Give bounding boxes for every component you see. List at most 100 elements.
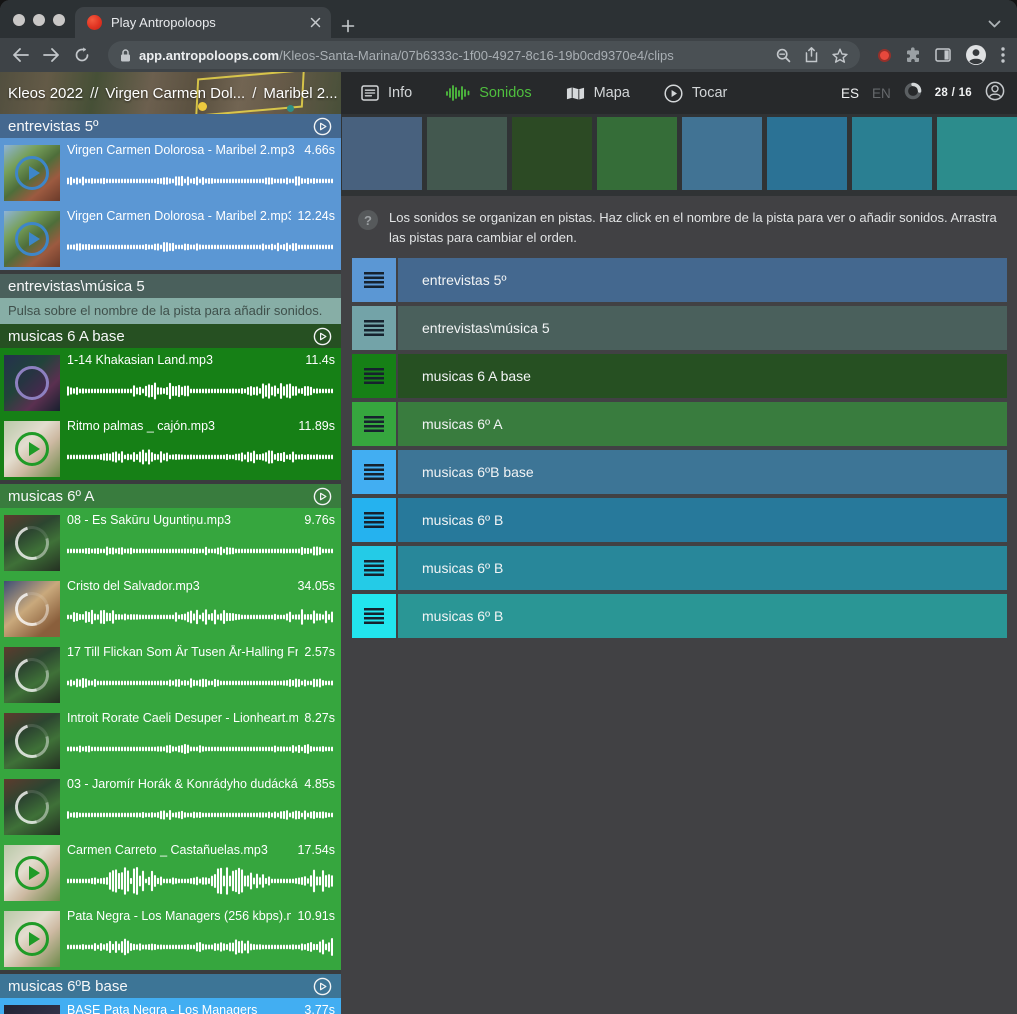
clip-item[interactable]: Carmen Carreto _ Castañuelas.mp317.54s [4, 842, 337, 904]
track-drag-handle[interactable] [352, 498, 396, 542]
track-color-swatch[interactable] [512, 117, 592, 190]
track-play-button[interactable] [313, 327, 332, 346]
browser-menu-icon[interactable] [1001, 47, 1005, 63]
sidebar-track-title[interactable]: entrevistas 5º [8, 118, 313, 135]
track-name-bar[interactable]: entrevistas 5º [398, 258, 1007, 302]
extensions-puzzle-icon[interactable] [905, 47, 921, 63]
track-drag-handle[interactable] [352, 402, 396, 446]
play-button-overlay-icon[interactable] [15, 856, 49, 890]
window-minimize-button[interactable] [33, 14, 45, 26]
browser-tab[interactable]: Play Antropoloops [75, 7, 331, 38]
play-button-overlay-icon[interactable] [15, 922, 49, 956]
bookmark-star-icon[interactable] [832, 48, 848, 63]
window-zoom-button[interactable] [53, 14, 65, 26]
clip-item[interactable]: Virgen Carmen Dolorosa - Maribel 2.mp34.… [4, 142, 337, 204]
track-color-swatch[interactable] [342, 117, 422, 190]
clip-item[interactable]: Introit Rorate Caeli Desuper - Lionheart… [4, 710, 337, 772]
clip-thumbnail[interactable] [4, 911, 60, 967]
clip-thumbnail[interactable] [4, 355, 60, 411]
track-play-button[interactable] [313, 487, 332, 506]
sidebar-track-title[interactable]: musicas 6º A [8, 488, 313, 505]
tab-search-chevron-icon[interactable] [988, 20, 1001, 28]
clip-item[interactable]: 08 - Es Sakūru Uguntiņu.mp39.76s [4, 512, 337, 574]
track-name-bar[interactable]: musicas 6 A base [398, 354, 1007, 398]
track-drag-handle[interactable] [352, 450, 396, 494]
track-play-button[interactable] [313, 117, 332, 136]
track-drag-handle[interactable] [352, 354, 396, 398]
sidebar-track-header[interactable]: entrevistas 5º [0, 114, 341, 138]
sidebar-track-title[interactable]: musicas 6ºB base [8, 978, 313, 995]
track-play-button[interactable] [313, 977, 332, 996]
clip-thumbnail[interactable] [4, 515, 60, 571]
side-panel-icon[interactable] [935, 48, 951, 62]
track-color-swatch[interactable] [597, 117, 677, 190]
track-drag-handle[interactable] [352, 594, 396, 638]
account-icon[interactable] [985, 81, 1005, 106]
track-name-bar[interactable]: musicas 6º B [398, 546, 1007, 590]
clip-title-row: 03 - Jaromír Horák & Konrádyho dudácká .… [67, 777, 335, 791]
lang-en-button[interactable]: EN [872, 86, 891, 101]
clip-thumbnail[interactable] [4, 421, 60, 477]
browser-titlebar: Play Antropoloops [0, 0, 1017, 38]
tab-mapa[interactable]: Mapa [566, 85, 630, 101]
tab-tocar[interactable]: Tocar [664, 84, 727, 103]
window-close-button[interactable] [13, 14, 25, 26]
track-drag-handle[interactable] [352, 258, 396, 302]
new-tab-button[interactable] [341, 19, 355, 33]
lang-es-button[interactable]: ES [841, 86, 859, 101]
track-drag-handle[interactable] [352, 546, 396, 590]
track-color-swatch[interactable] [767, 117, 847, 190]
clip-title-row: Cristo del Salvador.mp334.05s [67, 579, 335, 593]
profile-avatar-icon[interactable] [965, 44, 987, 66]
clip-thumbnail[interactable] [4, 581, 60, 637]
tab-sonidos[interactable]: Sonidos [446, 85, 531, 101]
track-name-bar[interactable]: entrevistas\música 5 [398, 306, 1007, 350]
clip-title-row: Virgen Carmen Dolorosa - Maribel 2.mp34.… [67, 143, 335, 157]
clip-item[interactable]: 17 Till Flickan Som Är Tusen År-Halling … [4, 644, 337, 706]
track-drag-handle[interactable] [352, 306, 396, 350]
tab-close-icon[interactable] [310, 17, 321, 28]
clip-thumbnail[interactable] [4, 211, 60, 267]
sidebar-track-header[interactable]: musicas 6ºB base [0, 974, 341, 998]
clip-item[interactable]: Pata Negra - Los Managers (256 kbps).mp3… [4, 908, 337, 970]
address-bar[interactable]: app.antropoloops.com/Kleos-Santa-Marina/… [108, 41, 860, 69]
clip-thumbnail[interactable] [4, 145, 60, 201]
clip-item[interactable]: Cristo del Salvador.mp334.05s [4, 578, 337, 640]
track-name-bar[interactable]: musicas 6ºB base [398, 450, 1007, 494]
clip-item[interactable]: BASE Pata Negra - Los Managers3.77s [4, 1002, 337, 1014]
sidebar-track-title[interactable]: entrevistas\música 5 [8, 278, 332, 295]
clip-thumbnail[interactable] [4, 779, 60, 835]
track-name-bar[interactable]: musicas 6º B [398, 594, 1007, 638]
sidebar-track-title[interactable]: musicas 6 A base [8, 328, 313, 345]
clip-thumbnail[interactable] [4, 713, 60, 769]
track-color-swatch[interactable] [937, 117, 1017, 190]
track-name-bar[interactable]: musicas 6º B [398, 498, 1007, 542]
track-color-swatch[interactable] [427, 117, 507, 190]
play-button-overlay-icon[interactable] [15, 156, 49, 190]
breadcrumb-link[interactable]: Maribel 2... [263, 85, 337, 102]
record-extension-icon[interactable] [878, 49, 891, 62]
share-icon[interactable] [805, 47, 818, 63]
sidebar-track-header[interactable]: entrevistas\música 5 [0, 274, 341, 298]
clip-item[interactable]: Ritmo palmas _ cajón.mp311.89s [4, 418, 337, 480]
track-name-bar[interactable]: musicas 6º A [398, 402, 1007, 446]
clip-thumbnail[interactable] [4, 845, 60, 901]
track-color-swatch[interactable] [682, 117, 762, 190]
clip-thumbnail[interactable] [4, 647, 60, 703]
back-button[interactable] [12, 48, 29, 62]
clip-item[interactable]: 03 - Jaromír Horák & Konrádyho dudácká .… [4, 776, 337, 838]
clip-thumbnail[interactable] [4, 1005, 60, 1014]
breadcrumb-link[interactable]: Virgen Carmen Dol... [105, 85, 245, 102]
tab-info[interactable]: Info [361, 85, 412, 101]
clip-item[interactable]: 1-14 Khakasian Land.mp311.4s [4, 352, 337, 414]
play-button-overlay-icon[interactable] [15, 432, 49, 466]
play-button-overlay-icon[interactable] [15, 222, 49, 256]
track-color-swatch[interactable] [852, 117, 932, 190]
sidebar-track-header[interactable]: musicas 6 A base [0, 324, 341, 348]
forward-button[interactable] [43, 48, 60, 62]
clip-item[interactable]: Virgen Carmen Dolorosa - Maribel 2.mp312… [4, 208, 337, 270]
breadcrumb-link[interactable]: Kleos 2022 [8, 85, 83, 102]
sidebar-track-header[interactable]: musicas 6º A [0, 484, 341, 508]
reload-button[interactable] [74, 47, 90, 63]
zoom-page-icon[interactable] [776, 48, 791, 63]
